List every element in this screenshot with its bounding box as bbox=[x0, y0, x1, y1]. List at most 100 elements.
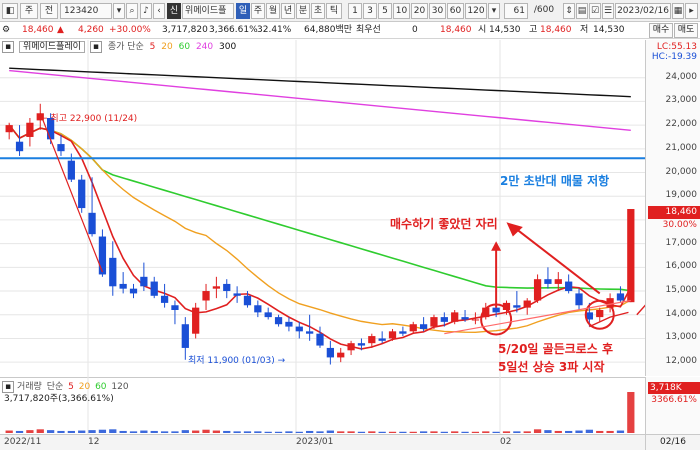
volume-bar bbox=[492, 431, 500, 433]
candle-body bbox=[109, 257, 117, 287]
candle-body bbox=[575, 293, 583, 306]
candle-body bbox=[419, 324, 428, 329]
volume-bar bbox=[440, 431, 448, 433]
candle-body bbox=[596, 310, 604, 318]
volume-bar bbox=[451, 431, 459, 433]
volume-bar bbox=[461, 431, 469, 433]
hc-label: HC:-19.39 bbox=[651, 52, 697, 62]
price-tick-label: 13,000 bbox=[665, 332, 698, 343]
volume-bar bbox=[347, 431, 355, 433]
candle-body bbox=[295, 326, 303, 332]
decline-line bbox=[39, 113, 103, 273]
current-pct-tag: 30.00% bbox=[662, 220, 697, 230]
candle-body bbox=[399, 331, 407, 334]
candle-body bbox=[326, 347, 334, 358]
volume-bar bbox=[98, 429, 107, 433]
volume-bar bbox=[326, 430, 334, 433]
volume-bar bbox=[502, 431, 511, 433]
candle-body bbox=[492, 307, 500, 313]
volume-bar bbox=[36, 429, 44, 433]
volume-bar bbox=[140, 430, 148, 433]
candle-body bbox=[57, 144, 65, 152]
volume-axis[interactable]: 3,718K 3366.61% bbox=[645, 377, 700, 434]
candle-body bbox=[160, 295, 169, 303]
volume-bar bbox=[243, 431, 252, 433]
volume-bar bbox=[616, 430, 625, 433]
golden-cross-label-1: 5/20일 골든크로스 후 bbox=[498, 342, 614, 356]
volume-bar bbox=[357, 431, 366, 433]
price-tick-label: 16,000 bbox=[665, 261, 698, 272]
volume-bar bbox=[202, 429, 210, 433]
candle-body bbox=[554, 279, 562, 284]
candle-body bbox=[409, 324, 417, 332]
volume-bar bbox=[378, 431, 386, 433]
x-label-feb: 02 bbox=[500, 437, 512, 447]
ma300-line bbox=[9, 67, 631, 98]
candle-body bbox=[337, 352, 345, 358]
candle-body bbox=[171, 305, 179, 310]
x-label-jan: 2023/01 bbox=[296, 437, 334, 447]
volume-bar bbox=[274, 431, 283, 433]
volume-text: 3,717,820주(3,366.61%) bbox=[4, 394, 114, 404]
golden-cross-label-2: 5일선 상승 3파 시작 bbox=[498, 360, 605, 374]
volume-bar bbox=[109, 429, 117, 433]
volume-axis-tag: 3,718K bbox=[648, 382, 700, 394]
candle-body bbox=[378, 338, 386, 341]
candle-body bbox=[440, 317, 448, 322]
volume-axis-pct: 3366.61% bbox=[651, 395, 697, 405]
volume-bar bbox=[5, 430, 13, 433]
price-tick-label: 20,000 bbox=[665, 166, 698, 177]
volume-bar bbox=[316, 431, 324, 433]
candle-body bbox=[233, 293, 241, 296]
volume-bar bbox=[306, 430, 314, 433]
candle-body bbox=[15, 141, 24, 152]
volume-bar bbox=[192, 430, 200, 433]
candle-body bbox=[243, 295, 252, 306]
candle-body bbox=[533, 279, 542, 301]
candle-body bbox=[88, 212, 96, 235]
candle-body bbox=[471, 319, 480, 321]
candle-body bbox=[565, 281, 573, 292]
current-price-tag: 18,460 bbox=[648, 206, 700, 219]
volume-bar bbox=[129, 431, 138, 433]
price-tick-label: 23,000 bbox=[665, 95, 698, 106]
price-axis[interactable]: LC:55.13 HC:-19.39 24,000 23,000 22,000 21,… bbox=[645, 40, 700, 376]
candle-body bbox=[119, 283, 127, 289]
candle-body bbox=[285, 321, 293, 327]
volume-bar bbox=[606, 430, 614, 433]
volume-bar bbox=[554, 430, 562, 433]
candle-body bbox=[5, 125, 13, 133]
candle-body bbox=[274, 317, 283, 325]
x-label-dec: 12 bbox=[88, 437, 100, 447]
low-annotation-text: 최저 11,900 (01/03) bbox=[188, 356, 275, 366]
candle-body bbox=[264, 312, 272, 318]
volume-bar bbox=[285, 431, 293, 433]
golden-arrow-head bbox=[506, 222, 523, 237]
volume-bar bbox=[119, 430, 127, 433]
x-axis-date-end: 02/16 bbox=[645, 434, 700, 450]
candle-body bbox=[67, 160, 75, 180]
candle-body bbox=[627, 209, 635, 303]
volume-bar bbox=[26, 430, 34, 433]
price-tick-label: 17,000 bbox=[665, 237, 698, 248]
candle-body bbox=[223, 283, 231, 292]
price-tick-label: 15,000 bbox=[665, 285, 698, 296]
candle-body bbox=[616, 293, 625, 301]
volume-bar bbox=[544, 430, 552, 433]
buy-point-label: 매수하기 좋았던 자리 bbox=[390, 217, 498, 231]
lc-label: LC:55.13 bbox=[656, 42, 697, 52]
right-arrow-icon: → bbox=[277, 356, 286, 366]
volume-bar bbox=[212, 430, 221, 433]
candle-body bbox=[78, 179, 86, 209]
date-axis[interactable]: 2022/11 12 2023/01 02 bbox=[0, 434, 645, 450]
volume-bar bbox=[295, 431, 303, 433]
price-tick-label: 21,000 bbox=[665, 142, 698, 153]
volume-bar bbox=[15, 430, 24, 433]
candle-body bbox=[26, 122, 34, 137]
candle-body bbox=[254, 305, 262, 313]
candle-body bbox=[523, 300, 531, 308]
price-tick-label: 12,000 bbox=[665, 356, 698, 367]
volume-bar bbox=[430, 431, 438, 433]
volume-bar bbox=[171, 431, 179, 433]
price-tick-label: 19,000 bbox=[665, 190, 698, 201]
